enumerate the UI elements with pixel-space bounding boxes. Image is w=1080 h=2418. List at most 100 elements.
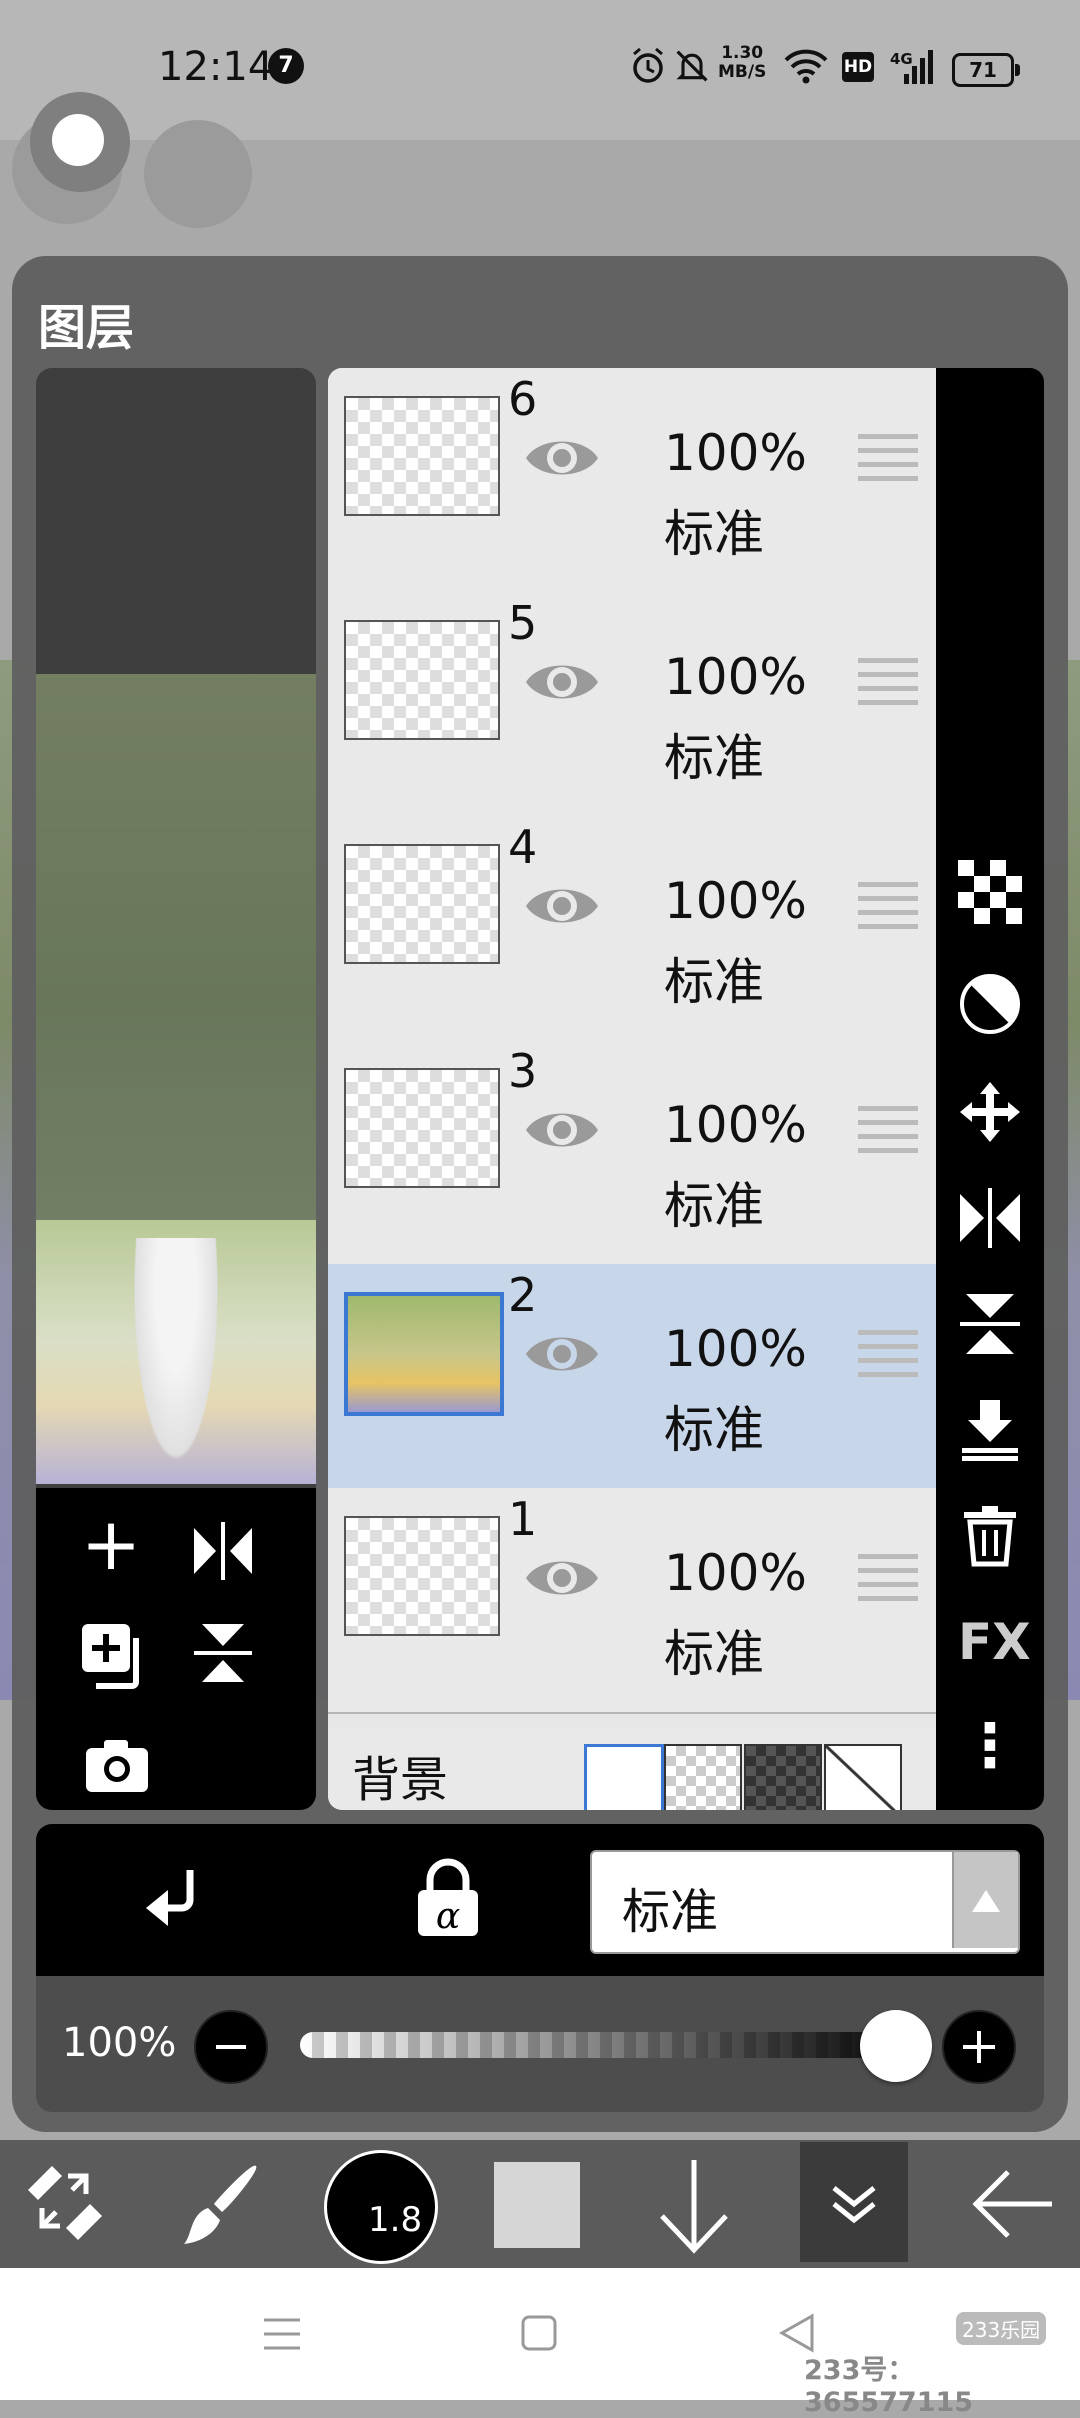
tool-transform-icon[interactable]: [22, 2160, 106, 2244]
layer-thumbnail[interactable]: [344, 844, 500, 964]
layer-row-6[interactable]: 6 100% 标准: [328, 368, 936, 594]
back-arrow-icon[interactable]: [970, 2168, 1056, 2240]
drag-handle-icon[interactable]: [858, 882, 918, 930]
watermark-text: 233号：365577115: [804, 2355, 974, 2418]
merge-down-icon[interactable]: [958, 1398, 1022, 1462]
opacity-slider-knob[interactable]: [860, 2010, 932, 2082]
move-icon[interactable]: [958, 1080, 1022, 1144]
more-icon[interactable]: ⋮: [958, 1714, 1022, 1778]
layer-opacity[interactable]: 100%: [664, 1320, 807, 1378]
color-swatch[interactable]: [494, 2162, 580, 2248]
layer-blend-mode: 标准: [664, 729, 764, 787]
flip-vertical-icon[interactable]: [958, 1292, 1022, 1356]
hd-badge: HD: [842, 52, 874, 82]
watermark-logo: 233乐园: [956, 2312, 1047, 2345]
layer-opacity[interactable]: 100%: [664, 648, 807, 706]
panel-title: 图层: [38, 300, 135, 356]
layer-thumbnail[interactable]: [344, 620, 500, 740]
layer-number: 2: [508, 1268, 538, 1322]
clear-layer-icon[interactable]: [958, 860, 1022, 924]
layer-row-5[interactable]: 5 100% 标准: [328, 592, 936, 818]
drag-handle-icon[interactable]: [858, 1330, 918, 1378]
alpha-lock-icon[interactable]: α: [412, 1858, 484, 1938]
chevron-up-icon: [972, 1890, 1000, 1912]
layer-blend-mode: 标准: [664, 953, 764, 1011]
visibility-eye-icon[interactable]: [522, 1100, 602, 1160]
bg-dark-checker-swatch[interactable]: [744, 1744, 822, 1810]
bg-white-swatch[interactable]: [584, 1744, 664, 1810]
layer-row-4[interactable]: 4 100% 标准: [328, 816, 936, 1042]
drag-handle-icon[interactable]: [858, 1554, 918, 1602]
opacity-minus-button[interactable]: [194, 2010, 268, 2084]
fx-icon[interactable]: FX: [958, 1610, 1031, 1674]
layer-list: 6 100% 标准 5 100% 标准 4 100% 标准 3 100% 标准 …: [328, 368, 936, 1810]
layer-blend-mode: 标准: [664, 1625, 764, 1683]
clock: 12:14: [158, 44, 274, 90]
camera-icon[interactable]: [84, 1738, 150, 1794]
visibility-eye-icon[interactable]: [522, 1548, 602, 1608]
mirror-icon[interactable]: [190, 1518, 256, 1584]
bg-light-checker-swatch[interactable]: [664, 1744, 742, 1810]
drag-handle-icon[interactable]: [858, 434, 918, 482]
collapse-panel-button[interactable]: [800, 2142, 908, 2262]
opacity-label: 100%: [62, 2020, 177, 2066]
layer-number: 1: [508, 1492, 538, 1546]
visibility-eye-icon[interactable]: [522, 428, 602, 488]
visibility-eye-icon[interactable]: [522, 1324, 602, 1384]
layer-blend-mode: 标准: [664, 505, 764, 563]
layer-row-2[interactable]: 2 100% 标准: [328, 1264, 936, 1490]
net-speed: 1.30 MB/S: [718, 44, 766, 82]
layer-number: 3: [508, 1044, 538, 1098]
delete-icon[interactable]: [958, 1504, 1022, 1568]
layer-thumbnail[interactable]: [344, 1068, 500, 1188]
layer-opacity[interactable]: 100%: [664, 1544, 807, 1602]
add-layer-icon[interactable]: +: [66, 1508, 156, 1580]
floating-joystick-knob[interactable]: [52, 114, 104, 166]
flip-icon[interactable]: [190, 1620, 256, 1686]
layer-blend-mode: 标准: [664, 1401, 764, 1459]
layer-actions: +: [36, 1488, 316, 1810]
chevron-double-down-icon: [832, 2186, 876, 2224]
visibility-eye-icon[interactable]: [522, 876, 602, 936]
arrow-down-icon[interactable]: [656, 2156, 732, 2256]
opacity-slider-track[interactable]: [300, 2032, 920, 2058]
plus-icon: [963, 2031, 995, 2063]
brush-icon[interactable]: [178, 2160, 268, 2250]
layer-blend-mode: 标准: [664, 1177, 764, 1235]
alarm-icon: [633, 47, 663, 83]
flip-horizontal-icon[interactable]: [958, 1186, 1022, 1250]
visibility-eye-icon[interactable]: [522, 652, 602, 712]
clip-icon[interactable]: [140, 1866, 210, 1936]
layer-row-3[interactable]: 3 100% 标准: [328, 1040, 936, 1266]
layer-tools-bar: FX ⋮: [936, 368, 1044, 1810]
menu-icon[interactable]: [262, 2316, 302, 2352]
net-speed-unit: MB/S: [718, 62, 767, 82]
layer-thumbnail[interactable]: [344, 1516, 500, 1636]
notification-badge: 7: [268, 48, 304, 84]
drag-handle-icon[interactable]: [858, 1106, 918, 1154]
home-icon[interactable]: [520, 2314, 558, 2352]
layer-opacity[interactable]: 100%: [664, 1096, 807, 1154]
signal-icon: [904, 50, 933, 84]
drag-handle-icon[interactable]: [858, 658, 918, 706]
duplicate-layer-icon[interactable]: [78, 1620, 150, 1692]
layer-thumbnail[interactable]: [344, 396, 500, 516]
wifi-icon: [784, 49, 828, 84]
brush-size-value: 1.8: [368, 2200, 423, 2240]
floating-button-right[interactable]: [144, 120, 252, 228]
blend-dropdown-arrow[interactable]: [952, 1852, 1018, 1948]
battery-indicator: 71: [952, 53, 1020, 87]
background-layer-row[interactable]: 背景: [328, 1728, 936, 1810]
layer-number: 6: [508, 372, 538, 426]
layer-number: 4: [508, 820, 538, 874]
opacity-plus-button[interactable]: [942, 2010, 1016, 2084]
layer-preview-column: +: [36, 368, 316, 1810]
layer-opacity[interactable]: 100%: [664, 872, 807, 930]
bg-none-swatch[interactable]: [824, 1744, 902, 1810]
preview-character: [128, 1238, 224, 1484]
layer-number: 5: [508, 596, 538, 650]
layer-row-1[interactable]: 1 100% 标准: [328, 1488, 936, 1714]
transparency-icon[interactable]: [958, 972, 1022, 1036]
layer-opacity[interactable]: 100%: [664, 424, 807, 482]
layer-thumbnail[interactable]: [344, 1292, 504, 1416]
